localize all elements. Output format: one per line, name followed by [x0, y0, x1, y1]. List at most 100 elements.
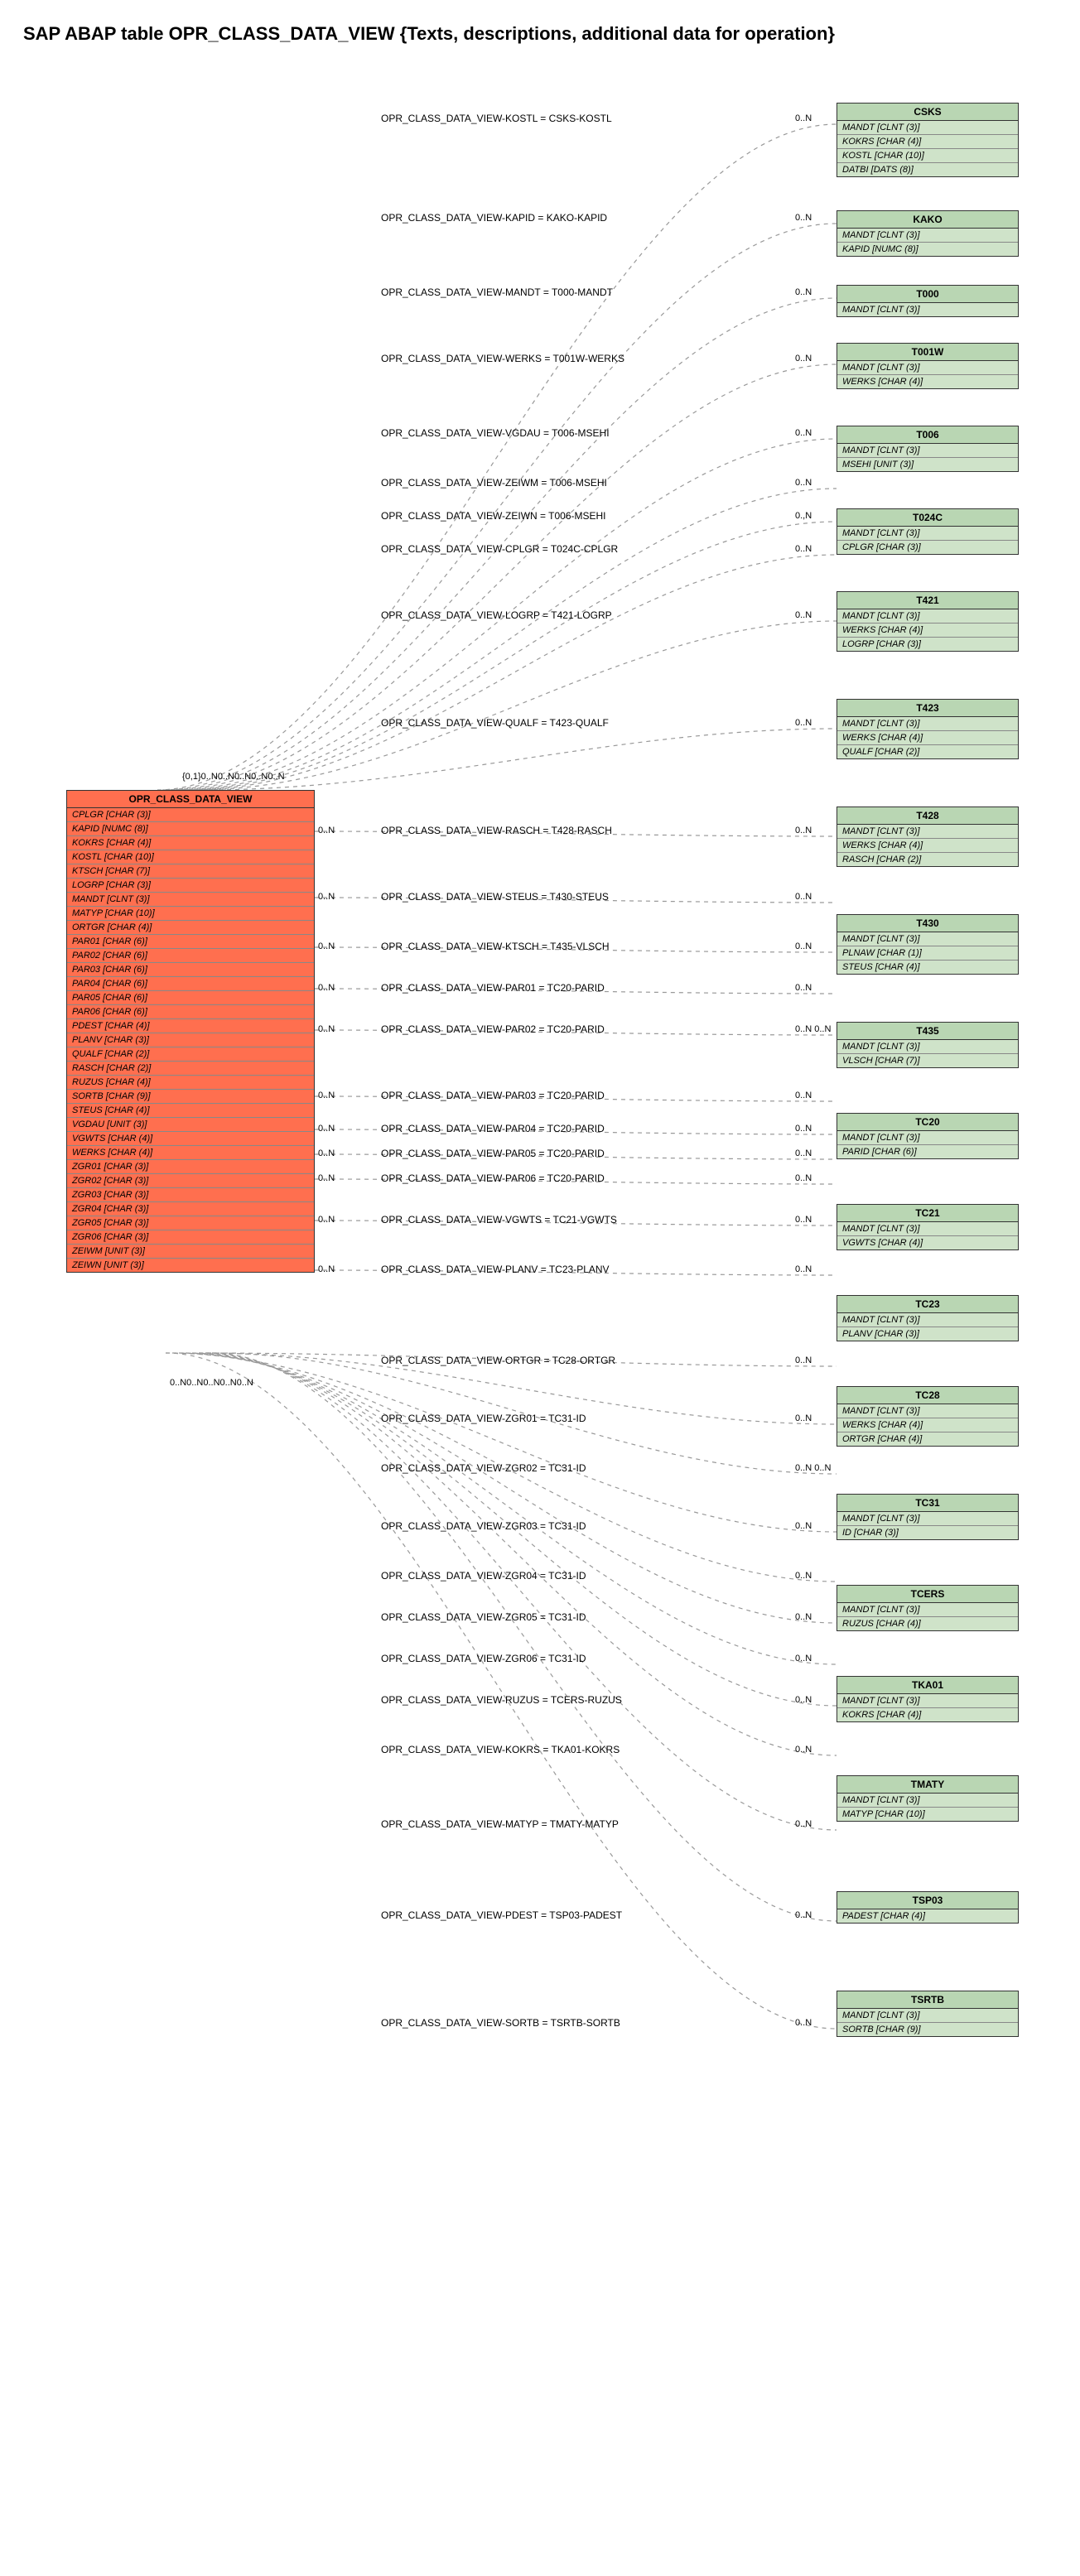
relation-label: OPR_CLASS_DATA_VIEW-MANDT = T000-MANDT [381, 286, 613, 298]
main-entity-field: PAR06 [CHAR (6)] [67, 1005, 314, 1019]
ref-entity-name: KAKO [837, 211, 1018, 229]
ref-entity-kako: KAKOMANDT [CLNT (3)]KAPID [NUMC (8)] [837, 210, 1019, 257]
cardinality-left: 0..N [318, 1215, 335, 1225]
cardinality-right: 0..N 0..N [795, 1463, 831, 1473]
ref-entity-t006: T006MANDT [CLNT (3)]MSEHI [UNIT (3)] [837, 426, 1019, 472]
ref-entity-name: TC31 [837, 1495, 1018, 1512]
cardinality-left: 0..N [318, 983, 335, 993]
cardinality-right: 0..N [795, 1413, 812, 1423]
ref-entity-field: MANDT [CLNT (3)] [837, 361, 1018, 375]
ref-entity-name: TC23 [837, 1296, 1018, 1313]
main-entity-field: KTSCH [CHAR (7)] [67, 864, 314, 879]
main-entity-field: ZEIWM [UNIT (3)] [67, 1245, 314, 1259]
ref-entity-field: MANDT [CLNT (3)] [837, 932, 1018, 946]
ref-entity-field: MATYP [CHAR (10)] [837, 1808, 1018, 1821]
main-entity-field: ZGR05 [CHAR (3)] [67, 1216, 314, 1230]
relation-label: OPR_CLASS_DATA_VIEW-ORTGR = TC28-ORTGR [381, 1355, 615, 1366]
cardinality-right: 0..N [795, 1148, 812, 1158]
main-entity-field: VGDAU [UNIT (3)] [67, 1118, 314, 1132]
relation-label: OPR_CLASS_DATA_VIEW-LOGRP = T421-LOGRP [381, 609, 612, 621]
cardinality-right: 0..N [795, 1910, 812, 1920]
ref-entity-field: WERKS [CHAR (4)] [837, 839, 1018, 853]
ref-entity-field: MANDT [CLNT (3)] [837, 825, 1018, 839]
ref-entity-name: TCERS [837, 1586, 1018, 1603]
ref-entity-field: MANDT [CLNT (3)] [837, 527, 1018, 541]
ref-entity-name: TMATY [837, 1776, 1018, 1794]
ref-entity-t428: T428MANDT [CLNT (3)]WERKS [CHAR (4)]RASC… [837, 807, 1019, 867]
ref-entity-tcers: TCERSMANDT [CLNT (3)]RUZUS [CHAR (4)] [837, 1585, 1019, 1631]
cardinality-right: 0..N 0..N [795, 1024, 831, 1034]
relation-label: OPR_CLASS_DATA_VIEW-ZGR01 = TC31-ID [381, 1413, 586, 1424]
ref-entity-tc31: TC31MANDT [CLNT (3)]ID [CHAR (3)] [837, 1494, 1019, 1540]
main-entity-field: ORTGR [CHAR (4)] [67, 921, 314, 935]
main-entity: OPR_CLASS_DATA_VIEW CPLGR [CHAR (3)]KAPI… [66, 790, 315, 1273]
ref-entity-field: PADEST [CHAR (4)] [837, 1909, 1018, 1923]
relation-label: OPR_CLASS_DATA_VIEW-CPLGR = T024C-CPLGR [381, 543, 618, 555]
cardinality-right: 0..N [795, 113, 812, 123]
relation-label: OPR_CLASS_DATA_VIEW-PAR01 = TC20-PARID [381, 982, 605, 994]
ref-entity-field: CPLGR [CHAR (3)] [837, 541, 1018, 554]
page-title: SAP ABAP table OPR_CLASS_DATA_VIEW {Text… [23, 23, 1063, 45]
relation-label: OPR_CLASS_DATA_VIEW-VGWTS = TC21-VGWTS [381, 1214, 617, 1225]
cardinality-cluster-top: {0,1}0..N0..N0..N0..N0..N [182, 772, 285, 782]
relation-label: OPR_CLASS_DATA_VIEW-PDEST = TSP03-PADEST [381, 1909, 622, 1921]
cardinality-right: 0..N [795, 983, 812, 993]
main-entity-field: CPLGR [CHAR (3)] [67, 808, 314, 822]
ref-entity-field: PLNAW [CHAR (1)] [837, 946, 1018, 961]
relation-label: OPR_CLASS_DATA_VIEW-QUALF = T423-QUALF [381, 717, 609, 729]
relation-label: OPR_CLASS_DATA_VIEW-ZGR06 = TC31-ID [381, 1653, 586, 1664]
main-entity-field: ZGR06 [CHAR (3)] [67, 1230, 314, 1245]
cardinality-right: 0..N [795, 1264, 812, 1274]
relation-label: OPR_CLASS_DATA_VIEW-VGDAU = T006-MSEHI [381, 427, 610, 439]
ref-entity-tka01: TKA01MANDT [CLNT (3)]KOKRS [CHAR (4)] [837, 1676, 1019, 1722]
ref-entity-field: MANDT [CLNT (3)] [837, 444, 1018, 458]
ref-entity-field: MANDT [CLNT (3)] [837, 1694, 1018, 1708]
ref-entity-field: RUZUS [CHAR (4)] [837, 1617, 1018, 1630]
ref-entity-field: WERKS [CHAR (4)] [837, 1418, 1018, 1432]
ref-entity-field: QUALF [CHAR (2)] [837, 745, 1018, 758]
ref-entity-tc23: TC23MANDT [CLNT (3)]PLANV [CHAR (3)] [837, 1295, 1019, 1341]
ref-entity-name: TC20 [837, 1114, 1018, 1131]
ref-entity-field: VLSCH [CHAR (7)] [837, 1054, 1018, 1067]
cardinality-right: 0..N [795, 1695, 812, 1705]
cardinality-right: 0..N [795, 941, 812, 951]
relation-label: OPR_CLASS_DATA_VIEW-KTSCH = T435-VLSCH [381, 941, 610, 952]
cardinality-left: 0..N [318, 1091, 335, 1100]
cardinality-right: 0..N [795, 1612, 812, 1622]
ref-entity-field: WERKS [CHAR (4)] [837, 375, 1018, 388]
cardinality-right: 0..N [795, 287, 812, 297]
main-entity-field: MATYP [CHAR (10)] [67, 907, 314, 921]
ref-entity-t421: T421MANDT [CLNT (3)]WERKS [CHAR (4)]LOGR… [837, 591, 1019, 652]
main-entity-field: PLANV [CHAR (3)] [67, 1033, 314, 1047]
ref-entity-field: MANDT [CLNT (3)] [837, 229, 1018, 243]
ref-entity-field: MANDT [CLNT (3)] [837, 2009, 1018, 2023]
ref-entity-name: T000 [837, 286, 1018, 303]
main-entity-field: PAR04 [CHAR (6)] [67, 977, 314, 991]
main-entity-field: MANDT [CLNT (3)] [67, 893, 314, 907]
cardinality-right: 0..N [795, 1173, 812, 1183]
main-entity-field: PAR01 [CHAR (6)] [67, 935, 314, 949]
ref-entity-field: MANDT [CLNT (3)] [837, 121, 1018, 135]
ref-entity-name: T024C [837, 509, 1018, 527]
main-entity-field: ZGR04 [CHAR (3)] [67, 1202, 314, 1216]
ref-entity-name: T001W [837, 344, 1018, 361]
cardinality-left: 0..N [318, 1148, 335, 1158]
ref-entity-field: MSEHI [UNIT (3)] [837, 458, 1018, 471]
ref-entity-field: MANDT [CLNT (3)] [837, 1131, 1018, 1145]
ref-entity-field: SORTB [CHAR (9)] [837, 2023, 1018, 2036]
main-entity-name: OPR_CLASS_DATA_VIEW [67, 791, 314, 808]
ref-entity-field: ID [CHAR (3)] [837, 1526, 1018, 1539]
relation-label: OPR_CLASS_DATA_VIEW-ZGR03 = TC31-ID [381, 1520, 586, 1532]
ref-entity-field: WERKS [CHAR (4)] [837, 731, 1018, 745]
relation-label: OPR_CLASS_DATA_VIEW-KAPID = KAKO-KAPID [381, 212, 607, 224]
main-entity-field: RUZUS [CHAR (4)] [67, 1076, 314, 1090]
relation-label: OPR_CLASS_DATA_VIEW-ZGR04 = TC31-ID [381, 1570, 586, 1582]
ref-entity-field: MANDT [CLNT (3)] [837, 1794, 1018, 1808]
ref-entity-name: T423 [837, 700, 1018, 717]
cardinality-right: 0..N [795, 1091, 812, 1100]
cardinality-left: 0..N [318, 941, 335, 951]
relation-label: OPR_CLASS_DATA_VIEW-ZGR02 = TC31-ID [381, 1462, 586, 1474]
ref-entity-field: ORTGR [CHAR (4)] [837, 1432, 1018, 1446]
main-entity-field: STEUS [CHAR (4)] [67, 1104, 314, 1118]
ref-entity-field: KOKRS [CHAR (4)] [837, 1708, 1018, 1721]
